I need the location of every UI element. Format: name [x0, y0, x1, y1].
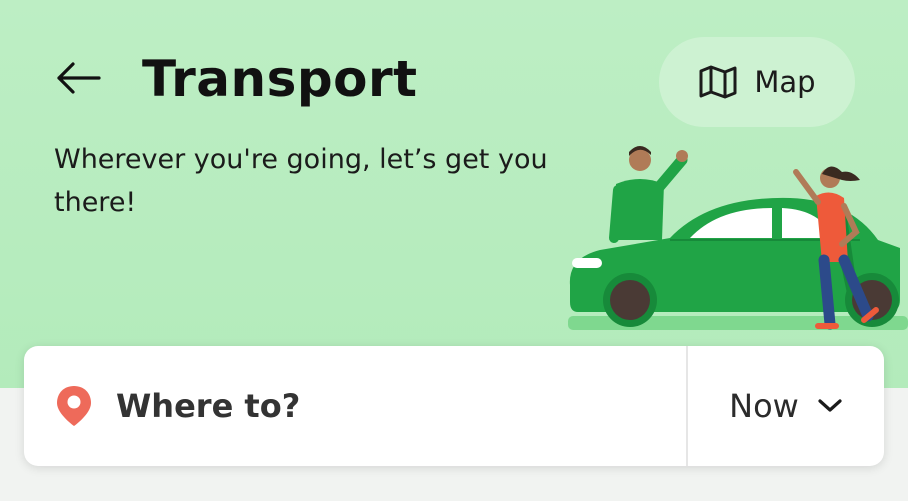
car-illustration [568, 146, 908, 330]
where-to-field[interactable]: Where to? [24, 346, 686, 466]
page-title: Transport [142, 50, 418, 108]
map-button[interactable]: Map [659, 37, 855, 127]
man-figure [609, 146, 688, 243]
time-selector-label: Now [729, 387, 799, 425]
map-button-label: Map [754, 65, 816, 99]
hero-banner: Transport Wherever you're going, let’s g… [0, 0, 908, 388]
location-pin-icon [57, 386, 91, 426]
map-icon [699, 65, 737, 99]
back-button[interactable] [54, 58, 102, 98]
time-selector[interactable]: Now [688, 346, 884, 466]
page-subtitle: Wherever you're going, let’s get you the… [54, 144, 548, 218]
chevron-down-icon [818, 399, 842, 412]
search-card: Where to? Now [24, 346, 884, 466]
back-arrow-icon [57, 62, 101, 94]
where-to-label: Where to? [116, 387, 301, 425]
